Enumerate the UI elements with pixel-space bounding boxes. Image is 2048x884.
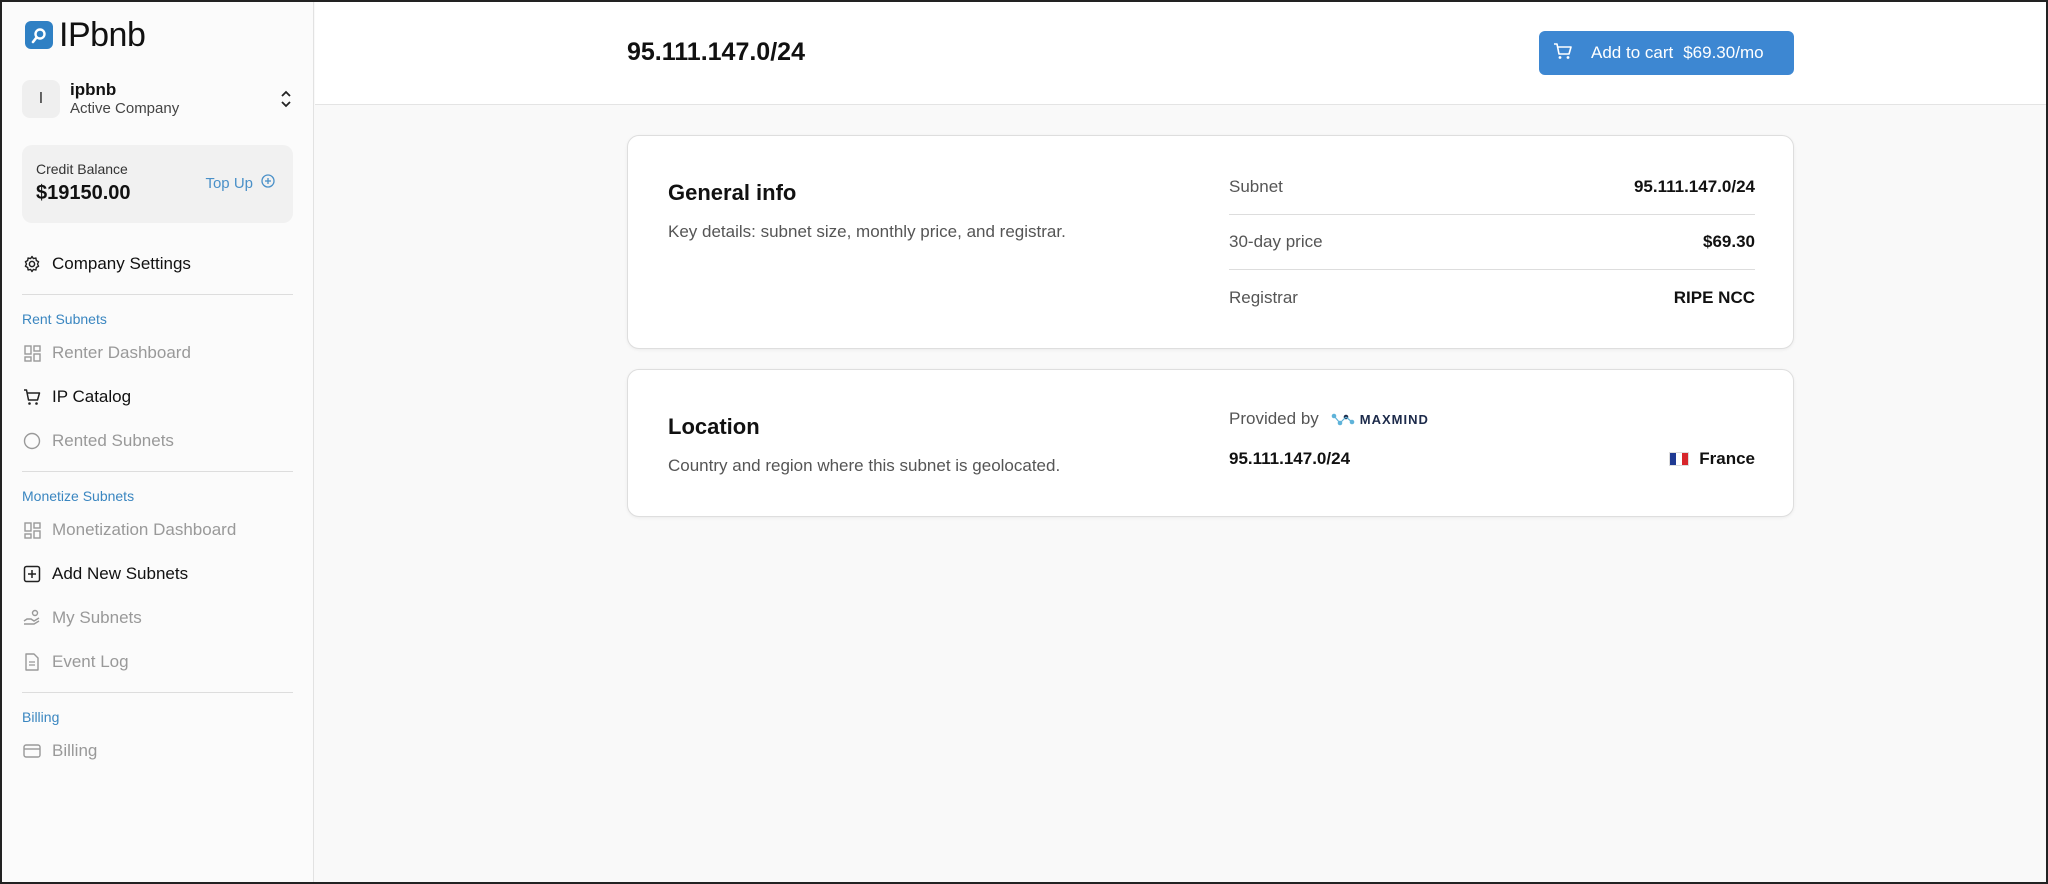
avatar: I	[22, 80, 60, 118]
location-row: 95.111.147.0/24 France	[1229, 449, 1755, 469]
gear-icon	[22, 254, 42, 274]
sidebar-item-label: Rented Subnets	[52, 431, 174, 450]
plus-circle-icon	[261, 174, 275, 192]
add-to-cart-button[interactable]: Add to cart $69.30/mo	[1539, 31, 1794, 75]
section-label-rent: Rent Subnets	[22, 311, 107, 327]
general-info-card: General info Key details: subnet size, m…	[627, 135, 1794, 349]
sidebar-item-monetization-dashboard[interactable]: Monetization Dashboard	[22, 508, 293, 552]
info-value: $69.30	[1703, 232, 1755, 251]
hand-coins-icon	[22, 608, 42, 628]
location-subnet: 95.111.147.0/24	[1229, 449, 1351, 468]
sidebar-item-billing[interactable]: Billing	[22, 729, 293, 773]
chevron-up-down-icon	[279, 89, 293, 114]
sidebar-item-ip-catalog[interactable]: IP Catalog	[22, 375, 293, 419]
sidebar-item-label: Company Settings	[52, 254, 191, 273]
sidebar-item-my-subnets[interactable]: My Subnets	[22, 596, 293, 640]
info-value: 95.111.147.0/24	[1633, 177, 1755, 196]
dashboard-icon	[22, 343, 42, 363]
logo-icon	[25, 21, 53, 49]
divider	[22, 294, 293, 295]
divider	[22, 692, 293, 693]
document-icon	[22, 652, 42, 672]
section-label-monetize: Monetize Subnets	[22, 488, 135, 504]
info-row-subnet: Subnet 95.111.147.0/24	[1229, 160, 1755, 215]
sidebar-item-event-log[interactable]: Event Log	[22, 640, 293, 684]
page-title: 95.111.147.0/24	[627, 38, 805, 66]
logo[interactable]: IPbnb	[22, 2, 293, 68]
card-title: Location	[668, 414, 760, 439]
circle-icon	[22, 431, 42, 451]
card-description: Country and region where this subnet is …	[668, 456, 1061, 475]
info-key: Registrar	[1229, 287, 1298, 307]
info-key: Subnet	[1229, 177, 1283, 196]
provided-by-label: Provided by	[1229, 409, 1319, 428]
sidebar-item-add-new-subnets[interactable]: Add New Subnets	[22, 552, 293, 596]
section-label-billing: Billing	[22, 709, 60, 725]
cart-icon	[1553, 42, 1573, 65]
top-up-button[interactable]: Top Up	[205, 174, 275, 192]
dashboard-icon	[22, 520, 42, 540]
sidebar-item-renter-dashboard[interactable]: Renter Dashboard	[22, 331, 293, 375]
france-flag-icon	[1669, 452, 1690, 466]
sidebar-item-rented-subnets[interactable]: Rented Subnets	[22, 419, 293, 463]
card-description: Key details: subnet size, monthly price,…	[668, 222, 1066, 241]
sidebar-item-company-settings[interactable]: Company Settings	[22, 242, 293, 286]
plus-square-icon	[22, 564, 42, 584]
location-country: France	[1669, 449, 1755, 469]
sidebar: IPbnb I ipbnb Active Company Credit Bala…	[2, 2, 314, 882]
info-value: RIPE NCC	[1673, 287, 1755, 307]
company-switcher[interactable]: I ipbnb Active Company	[22, 69, 293, 129]
card-title: General info	[668, 180, 797, 205]
location-card: Location Country and region where this s…	[627, 369, 1794, 517]
sidebar-item-label: Billing	[52, 741, 98, 760]
info-key: 30-day price	[1229, 232, 1323, 251]
info-row-price: 30-day price $69.30	[1229, 215, 1755, 270]
sidebar-item-label: My Subnets	[52, 608, 142, 627]
top-up-label: Top Up	[205, 174, 253, 192]
country-name: France	[1699, 449, 1755, 468]
company-subtitle: Active Company	[70, 100, 180, 117]
credit-balance-card: Credit Balance $19150.00 Top Up	[22, 145, 293, 223]
credit-card-icon	[22, 741, 42, 761]
app-name: IPbnb	[59, 15, 146, 54]
maxmind-logo: MAXMIND	[1331, 411, 1429, 427]
provider-name: MAXMIND	[1359, 411, 1429, 427]
sidebar-item-label: IP Catalog	[52, 387, 132, 406]
sidebar-item-label: Add New Subnets	[52, 564, 189, 583]
add-to-cart-label: Add to cart	[1591, 43, 1674, 62]
add-to-cart-price: $69.30/mo	[1683, 43, 1764, 62]
sidebar-item-label: Event Log	[52, 652, 129, 671]
company-name: ipbnb	[70, 80, 117, 99]
divider	[22, 471, 293, 472]
cart-icon	[22, 387, 42, 407]
info-row-registrar: Registrar RIPE NCC	[1229, 270, 1755, 325]
provider-attribution: Provided by MAXMIND	[1229, 409, 1429, 429]
sidebar-item-label: Renter Dashboard	[52, 343, 191, 362]
top-bar: 95.111.147.0/24 Add to cart $69.30/mo	[315, 2, 2046, 105]
sidebar-item-label: Monetization Dashboard	[52, 520, 237, 539]
